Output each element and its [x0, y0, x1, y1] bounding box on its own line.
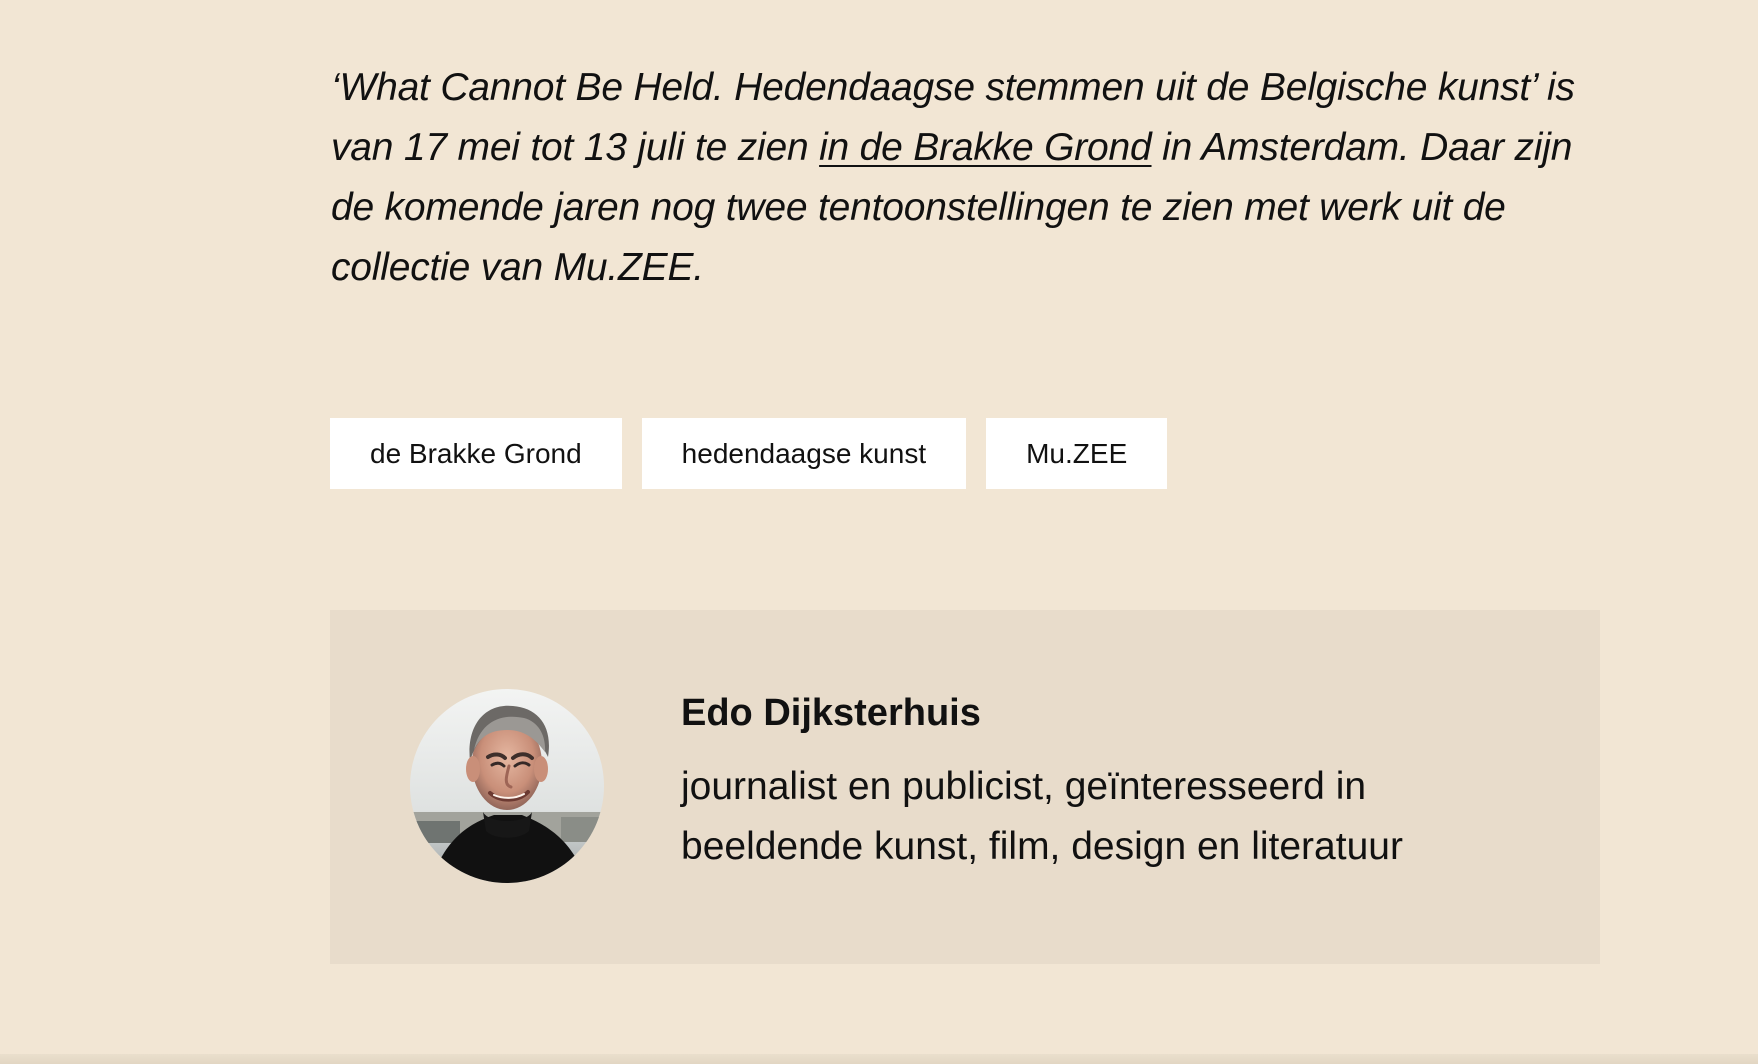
tag-list: de Brakke Grond hedendaagse kunst Mu.ZEE — [330, 418, 1168, 489]
tag-hedendaagse-kunst[interactable]: hedendaagse kunst — [641, 418, 967, 489]
author-bio: journalist en publicist, geïnteresseerd … — [681, 765, 1403, 868]
author-name[interactable]: Edo Dijksterhuis — [681, 690, 981, 736]
brakke-grond-link[interactable]: in de Brakke Grond — [819, 126, 1152, 169]
author-box: Edo Dijksterhuis journalist en publicist… — [330, 610, 1600, 964]
footer-edge — [0, 1054, 1758, 1064]
closing-paragraph: ‘What Cannot Be Held. Hedendaagse stemme… — [331, 58, 1601, 298]
tag-de-brakke-grond[interactable]: de Brakke Grond — [330, 418, 622, 489]
author-portrait-image — [410, 689, 604, 883]
author-avatar — [410, 689, 604, 883]
tag-mu-zee[interactable]: Mu.ZEE — [986, 418, 1168, 489]
